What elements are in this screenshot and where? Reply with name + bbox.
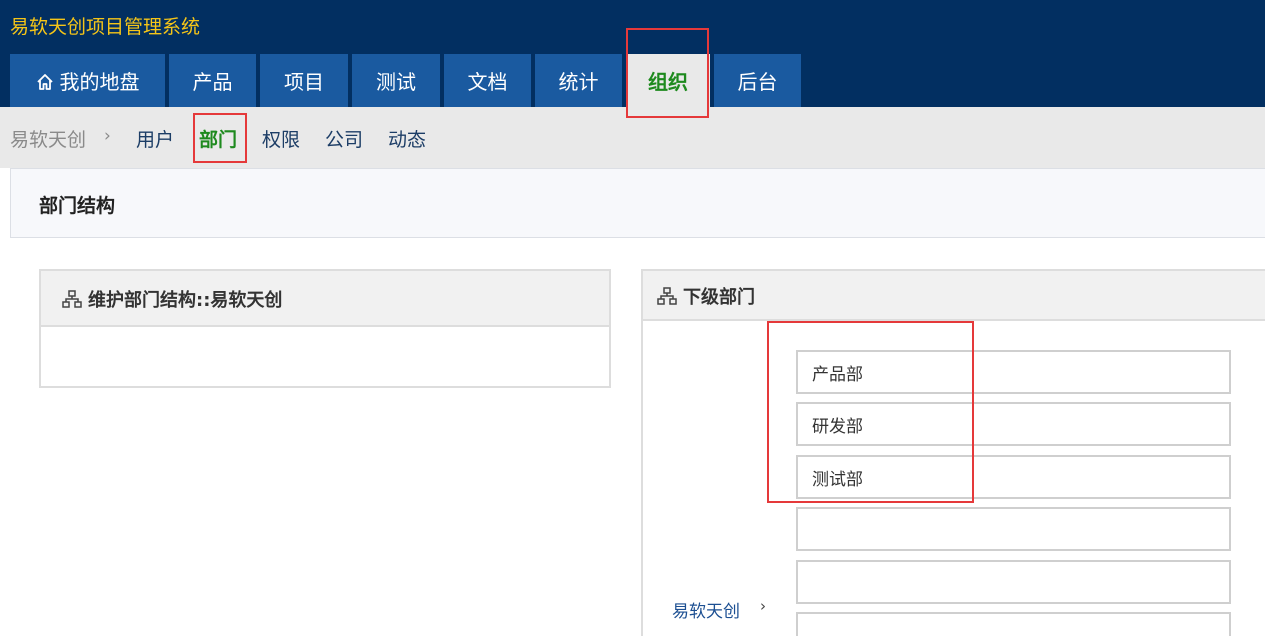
subnav-company[interactable]: 公司 [325,125,363,152]
panel-title-text: 维护部门结构::易软天创 [88,290,283,311]
child-dept-input[interactable] [796,455,1231,499]
app-title: 易软天创项目管理系统 [10,16,201,38]
tab-label: 后台 [737,70,778,94]
subnav-users[interactable]: 用户 [136,125,174,152]
subnav-dynamics[interactable]: 动态 [388,125,426,152]
main-nav: 我的地盘 产品 项目 测试 文档 统计 组织 后台 [10,54,805,107]
tab-doc[interactable]: 文档 [444,54,531,107]
sub-nav [0,107,1265,168]
org-chart-icon [657,287,677,305]
tab-label: 组织 [648,70,688,94]
dept-tree-panel-title: 维护部门结构::易软天创 [62,286,282,312]
child-dept-input[interactable] [796,507,1231,551]
tab-product[interactable]: 产品 [169,54,256,107]
page-title: 部门结构 [39,195,116,217]
child-dept-panel-title: 下级部门 [657,283,755,309]
tab-project[interactable]: 项目 [260,54,348,107]
tab-label: 我的地盘 [59,70,140,94]
tab-organization[interactable]: 组织 [626,54,710,107]
tab-label: 统计 [558,70,599,94]
tab-my-dashboard[interactable]: 我的地盘 [10,54,165,107]
tab-stats[interactable]: 统计 [535,54,622,107]
child-dept-input[interactable] [796,560,1231,604]
subnav-permissions[interactable]: 权限 [262,125,300,152]
chevron-right-icon: › [760,597,766,615]
tab-label: 项目 [284,70,324,94]
child-dept-input[interactable] [796,350,1231,394]
child-dept-input[interactable] [796,612,1231,636]
child-dept-input[interactable] [796,402,1231,446]
tab-test[interactable]: 测试 [352,54,440,107]
subnav-departments[interactable]: 部门 [199,125,237,152]
tab-label: 测试 [376,70,416,94]
tab-admin[interactable]: 后台 [714,54,801,107]
home-icon [36,72,54,90]
breadcrumb-root[interactable]: 易软天创 [10,125,86,152]
org-chart-icon [62,290,82,308]
tab-label: 产品 [192,70,233,94]
parent-dept-link[interactable]: 易软天创 [672,597,740,622]
tab-label: 文档 [467,70,508,94]
panel-title-text: 下级部门 [683,287,755,308]
page-header [10,168,1265,238]
chevron-right-icon: › [104,126,111,146]
